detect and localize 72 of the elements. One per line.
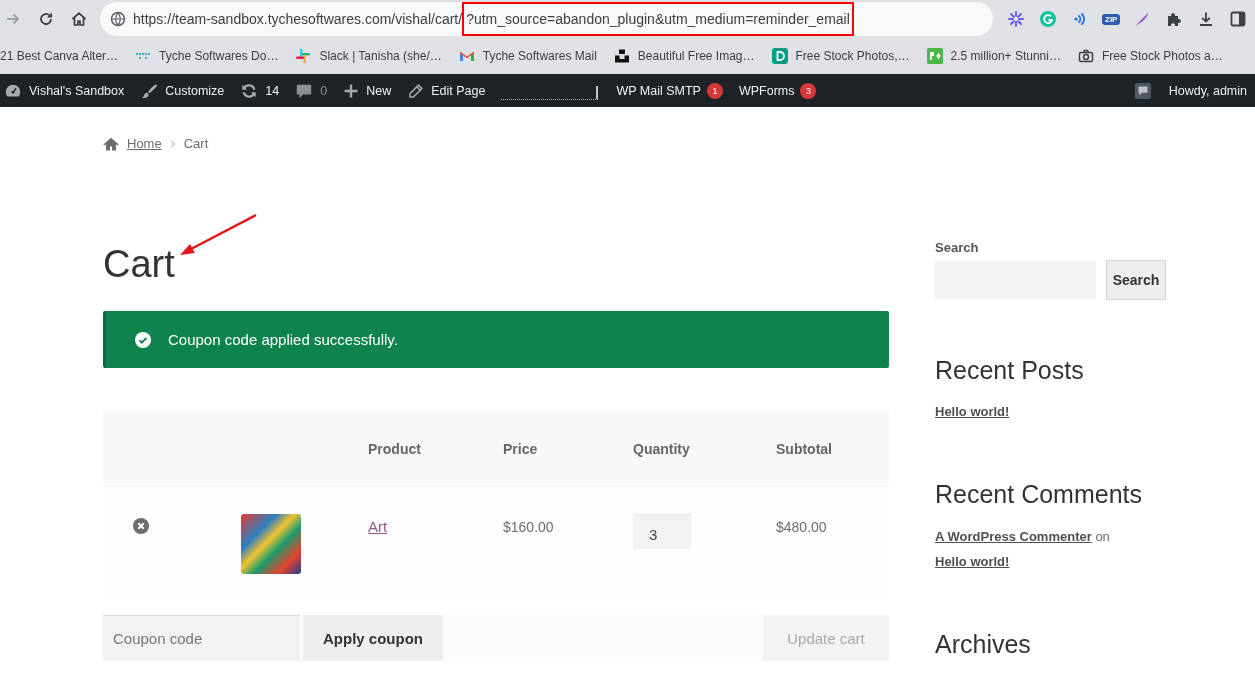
- admin-bar-item[interactable]: Edit Page: [407, 82, 486, 100]
- admin-bar-item[interactable]: New: [343, 83, 392, 99]
- pencil-icon[interactable]: [407, 82, 425, 100]
- bookmark[interactable]: 21 Best Canva Alter…: [0, 49, 119, 63]
- signal-waves-icon[interactable]: [1072, 11, 1088, 27]
- puzzle-icon[interactable]: [1166, 11, 1183, 27]
- home-icon: [103, 137, 119, 151]
- widget-title: Recent Comments: [935, 479, 1144, 510]
- notice-text: Coupon code applied successfully.: [168, 331, 398, 348]
- post-link[interactable]: Hello world!: [935, 554, 1010, 569]
- tile-logo-icon: [926, 48, 943, 64]
- extension-badge[interactable]: ZIP: [1102, 13, 1121, 25]
- admin-bar-item[interactable]: WPForms 3: [738, 83, 817, 99]
- highlighted-url-text: ?utm_source=abandon_plugin&utm_medium=reminder_email: [462, 2, 854, 36]
- column-header: Quantity: [633, 441, 691, 457]
- download-icon[interactable]: [1198, 11, 1215, 27]
- column-header: Price: [503, 441, 539, 457]
- comment-bubble-icon[interactable]: [1133, 82, 1152, 100]
- admin-bar-item[interactable]: 0: [295, 82, 328, 100]
- plus-icon[interactable]: [343, 83, 360, 99]
- bookmark[interactable]: Slack | Tanisha (she/…: [295, 48, 442, 64]
- block-logo-icon: [613, 48, 630, 64]
- coupon-field[interactable]: Coupon code: [103, 615, 300, 661]
- comment-icon[interactable]: [295, 82, 314, 100]
- admin-bar-item[interactable]: WP Mail SMTP 1: [616, 83, 723, 99]
- search-label: Search: [935, 240, 980, 256]
- column-header: Subtotal: [776, 441, 833, 457]
- camera-icon: [1077, 48, 1094, 64]
- admin-bar-item[interactable]: 14: [240, 82, 280, 100]
- remove-icon[interactable]: [133, 518, 149, 534]
- home-icon[interactable]: [71, 11, 87, 27]
- product-link[interactable]: Art: [368, 518, 388, 535]
- bookmark[interactable]: Free Stock Photos,…: [771, 48, 910, 64]
- side-panel-icon[interactable]: [1230, 11, 1247, 27]
- url-text: https://team-sandbox.tychesoftwares.com/vishal/cart/: [133, 10, 463, 28]
- bookmark[interactable]: Beautiful Free Imag…: [613, 48, 755, 64]
- greeting-link[interactable]: Howdy, admin: [1168, 84, 1247, 98]
- admin-bar-item[interactable]: Customize: [140, 82, 225, 100]
- apply-coupon-button[interactable]: Apply coupon: [303, 615, 443, 661]
- gauge-icon[interactable]: [4, 82, 22, 100]
- chevron-icon: [169, 140, 176, 148]
- subtotal-cell: $480.00: [776, 519, 827, 535]
- address-bar[interactable]: https://team-sandbox.tychesoftwares.com/vishal/cart/ ?utm_source=abandon_plugin&utm_medium=reminder_email: [100, 2, 993, 36]
- admin-bar-item[interactable]: Vishal's Sandbox: [4, 82, 125, 100]
- count-badge: 3: [800, 83, 817, 99]
- bookmark[interactable]: 2.5 million+ Stunni…: [926, 48, 1061, 64]
- widget-title: Recent Posts: [935, 355, 1085, 386]
- breadcrumb-link[interactable]: Home: [127, 135, 162, 153]
- price-cell: $160.00: [503, 519, 554, 535]
- bookmark[interactable]: Tyche Softwares Mail: [458, 48, 597, 64]
- widget-title: Archives: [935, 629, 1032, 660]
- refresh-icon[interactable]: [240, 82, 259, 100]
- brush-icon[interactable]: [140, 82, 159, 100]
- breadcrumb-current: Cart: [183, 135, 209, 153]
- page-title: Cart: [103, 242, 176, 287]
- feather-icon[interactable]: [1134, 11, 1151, 27]
- bookmark[interactable]: Tyche Softwares Do…: [135, 48, 279, 64]
- search-button[interactable]: Search: [1106, 260, 1166, 300]
- tile-logo-icon: [771, 48, 788, 64]
- product-thumbnail-placeholder[interactable]: [241, 514, 301, 574]
- quantity-field[interactable]: 3: [633, 514, 691, 549]
- burst-icon[interactable]: [1008, 11, 1024, 27]
- globe-icon[interactable]: [110, 11, 126, 27]
- hash-logo-icon: [295, 48, 312, 64]
- count-badge: 1: [706, 83, 723, 99]
- bookmark[interactable]: Free Stock Photos a…: [1077, 48, 1223, 64]
- comment-text: A WordPress Commenter on Hello world!: [935, 528, 1111, 571]
- reload-icon[interactable]: [38, 11, 54, 27]
- check-circle-icon: [135, 331, 151, 348]
- post-link[interactable]: Hello world!: [935, 403, 1166, 421]
- comment-author-link[interactable]: A WordPress Commenter: [935, 529, 1092, 544]
- column-header: Product: [368, 441, 422, 457]
